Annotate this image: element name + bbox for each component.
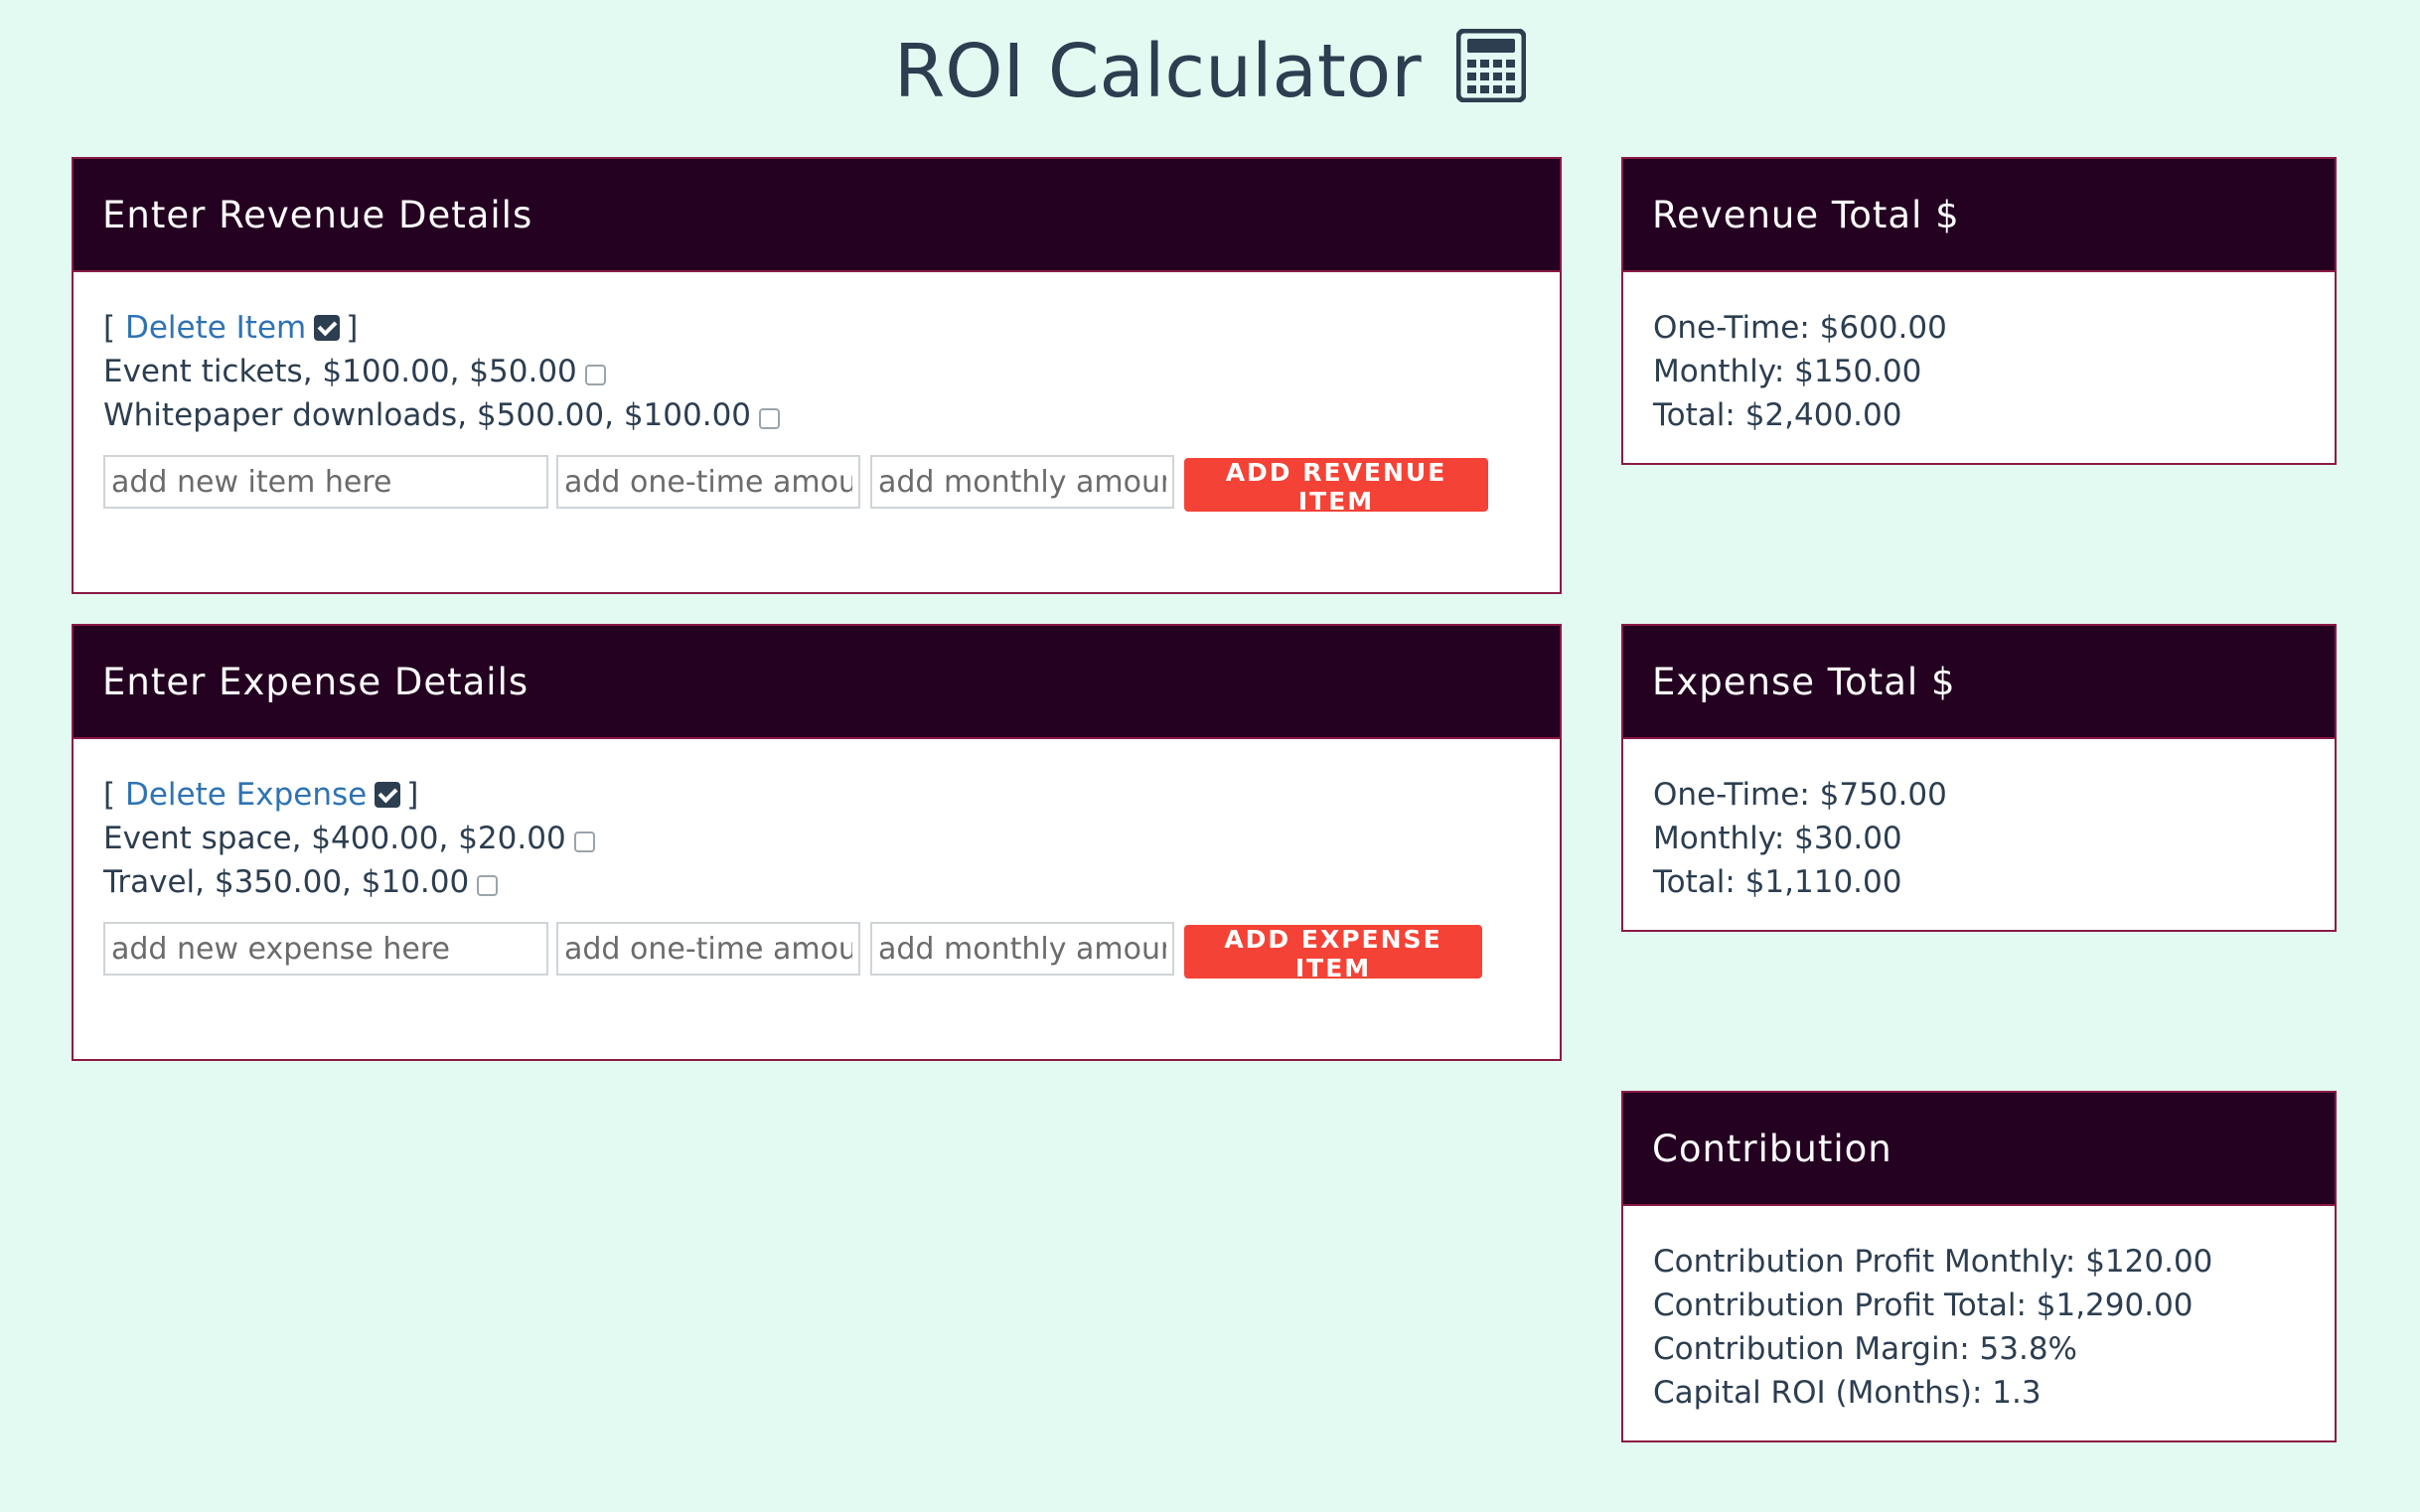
add-expense-item-button[interactable]: ADD EXPENSE ITEM — [1184, 925, 1482, 983]
revenue-item-text: Whitepaper downloads, $500.00, $100.00 — [103, 397, 752, 433]
delete-item-link[interactable]: Delete Item — [125, 310, 306, 346]
delete-item-row: [ Delete Item] — [103, 306, 1560, 350]
expense-monthly-input[interactable] — [870, 922, 1174, 976]
revenue-details-title: Enter Revenue Details — [74, 159, 1560, 272]
revenue-list-item: Event tickets, $100.00, $50.00 — [103, 350, 1560, 393]
revenue-one-time: One-Time: $600.00 — [1653, 310, 1947, 346]
expense-total-title: Expense Total $ — [1623, 626, 2335, 739]
expense-onetime-input[interactable] — [556, 922, 860, 976]
revenue-total-title: Revenue Total $ — [1623, 159, 2335, 272]
expense-details-panel: Enter Expense Details [ Delete Expense] … — [72, 624, 1562, 1061]
revenue-monthly-input[interactable] — [870, 455, 1174, 509]
contribution-profit-monthly: Contribution Profit Monthly: $120.00 — [1653, 1244, 2213, 1280]
expense-item-text: Travel, $350.00, $10.00 — [103, 864, 470, 900]
capital-roi: Capital ROI (Months): 1.3 — [1653, 1375, 2042, 1411]
revenue-details-panel: Enter Revenue Details [ Delete Item] Eve… — [72, 157, 1562, 594]
contribution-title: Contribution — [1623, 1093, 2335, 1206]
bracket-open: [ — [103, 310, 125, 346]
expense-list-item: Travel, $350.00, $10.00 — [103, 860, 1560, 904]
expense-item-checkbox[interactable] — [573, 832, 595, 852]
page-title-text: ROI Calculator — [893, 29, 1422, 114]
revenue-total-panel: Revenue Total $ One-Time: $600.00 Monthl… — [1621, 157, 2337, 465]
expense-name-input[interactable] — [103, 922, 548, 976]
expense-total-panel: Expense Total $ One-Time: $750.00 Monthl… — [1621, 624, 2337, 932]
delete-item-checkbox[interactable] — [314, 315, 341, 341]
contribution-panel: Contribution Contribution Profit Monthly… — [1621, 1091, 2337, 1442]
revenue-list-item: Whitepaper downloads, $500.00, $100.00 — [103, 393, 1560, 437]
delete-expense-checkbox[interactable] — [375, 782, 401, 808]
expense-details-title: Enter Expense Details — [74, 626, 1560, 739]
revenue-item-checkbox[interactable] — [584, 365, 606, 385]
revenue-onetime-input[interactable] — [556, 455, 860, 509]
bracket-open: [ — [103, 777, 125, 813]
revenue-monthly: Monthly: $150.00 — [1653, 354, 1922, 389]
expense-list-item: Event space, $400.00, $20.00 — [103, 817, 1560, 860]
revenue-item-text: Event tickets, $100.00, $50.00 — [103, 354, 577, 389]
expense-item-text: Event space, $400.00, $20.00 — [103, 821, 566, 856]
expense-one-time: One-Time: $750.00 — [1653, 777, 1947, 813]
expense-total: Total: $1,110.00 — [1653, 864, 1902, 900]
bracket-close: ] — [406, 777, 419, 813]
delete-expense-link[interactable]: Delete Expense — [125, 777, 367, 813]
revenue-total: Total: $2,400.00 — [1653, 397, 1902, 433]
expense-item-checkbox[interactable] — [477, 875, 499, 896]
page-title: ROI Calculator — [0, 22, 2420, 127]
revenue-name-input[interactable] — [103, 455, 548, 509]
contribution-margin: Contribution Margin: 53.8% — [1653, 1331, 2077, 1367]
delete-expense-row: [ Delete Expense] — [103, 773, 1560, 817]
revenue-item-checkbox[interactable] — [759, 408, 781, 429]
bracket-close: ] — [346, 310, 359, 346]
expense-monthly: Monthly: $30.00 — [1653, 821, 1902, 856]
contribution-profit-total: Contribution Profit Total: $1,290.00 — [1653, 1287, 2193, 1323]
calculator-icon — [1455, 28, 1527, 127]
add-revenue-item-button[interactable]: ADD REVENUE ITEM — [1184, 458, 1488, 516]
